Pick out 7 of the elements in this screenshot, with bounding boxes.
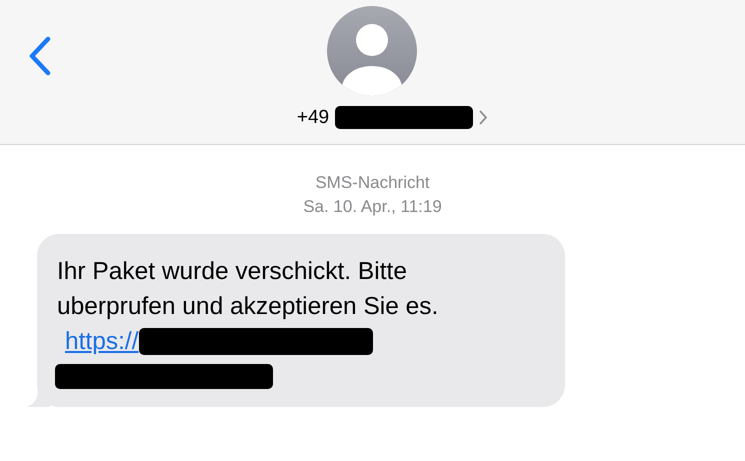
chevron-icon[interactable]: [479, 110, 488, 125]
avatar-icon[interactable]: [327, 6, 418, 96]
phone-prefix: +49: [296, 106, 330, 128]
service-label: SMS-Nachricht: [315, 172, 430, 193]
message-text: Ihr Paket wurde verschickt. Bitte uberprufen und akzeptieren Sie es.: [57, 257, 440, 322]
timestamp: Sa. 10. Apr., 11:19: [303, 196, 442, 217]
message-link[interactable]: https://: [65, 328, 139, 356]
